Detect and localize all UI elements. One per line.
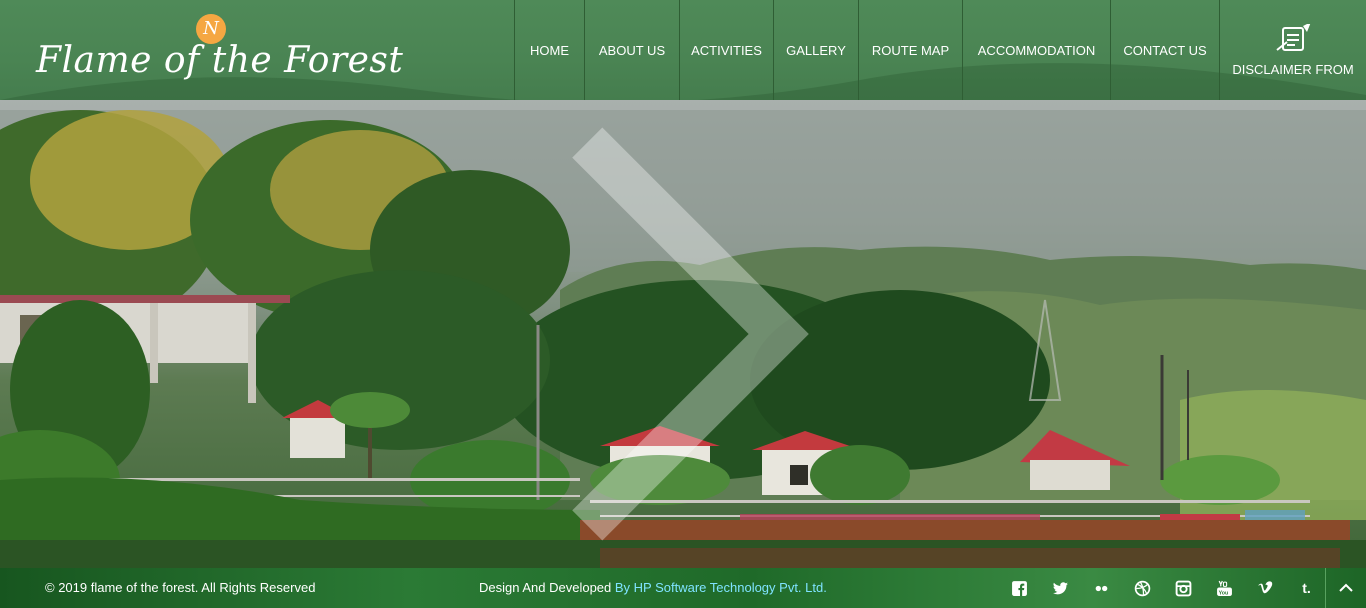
logo-text: Flame of the Forest — [36, 40, 404, 81]
site-logo[interactable]: N Flame of the Forest — [36, 14, 403, 94]
site-footer: © 2019 flame of the forest. All Rights R… — [0, 568, 1366, 608]
nav-item-disclaimer[interactable]: DISCLAIMER FROM — [1220, 0, 1366, 100]
nav-item-home[interactable]: HOME — [514, 0, 584, 100]
document-quill-icon — [1276, 23, 1311, 51]
nav-item-activities[interactable]: ACTIVITIES — [679, 0, 773, 100]
twitter-icon[interactable] — [1040, 568, 1081, 608]
svg-text:You: You — [1219, 590, 1229, 596]
hero-slider — [0, 100, 1366, 568]
social-links: You t. — [999, 568, 1327, 608]
disclaimer-label: DISCLAIMER FROM — [1232, 61, 1354, 77]
dribbble-icon[interactable] — [1122, 568, 1163, 608]
copyright-text: © 2019 flame of the forest. All Rights R… — [45, 580, 316, 595]
nav-item-gallery[interactable]: GALLERY — [773, 0, 858, 100]
site-header: N Flame of the Forest HOME ABOUT US ACTI… — [0, 0, 1366, 100]
flickr-icon[interactable] — [1081, 568, 1122, 608]
youtube-icon[interactable]: You — [1204, 568, 1245, 608]
nav-item-contact-us[interactable]: CONTACT US — [1110, 0, 1220, 100]
credit-link[interactable]: By HP Software Technology Pvt. Ltd. — [615, 580, 827, 595]
nav-item-route-map[interactable]: ROUTE MAP — [858, 0, 962, 100]
back-to-top-button[interactable] — [1325, 568, 1366, 608]
chevron-right-icon[interactable] — [0, 100, 1366, 568]
chevron-up-icon — [1339, 583, 1353, 592]
nav-item-about-us[interactable]: ABOUT US — [584, 0, 679, 100]
vimeo-icon[interactable] — [1245, 568, 1286, 608]
credit-prefix: Design And Developed — [479, 580, 615, 595]
tumblr-icon[interactable]: t. — [1286, 568, 1327, 608]
nav-item-accommodation[interactable]: ACCOMMODATION — [962, 0, 1110, 100]
main-nav: HOME ABOUT US ACTIVITIES GALLERY ROUTE M… — [514, 0, 1366, 100]
instagram-icon[interactable] — [1163, 568, 1204, 608]
facebook-icon[interactable] — [999, 568, 1040, 608]
credit-text: Design And Developed By HP Software Tech… — [479, 580, 827, 595]
